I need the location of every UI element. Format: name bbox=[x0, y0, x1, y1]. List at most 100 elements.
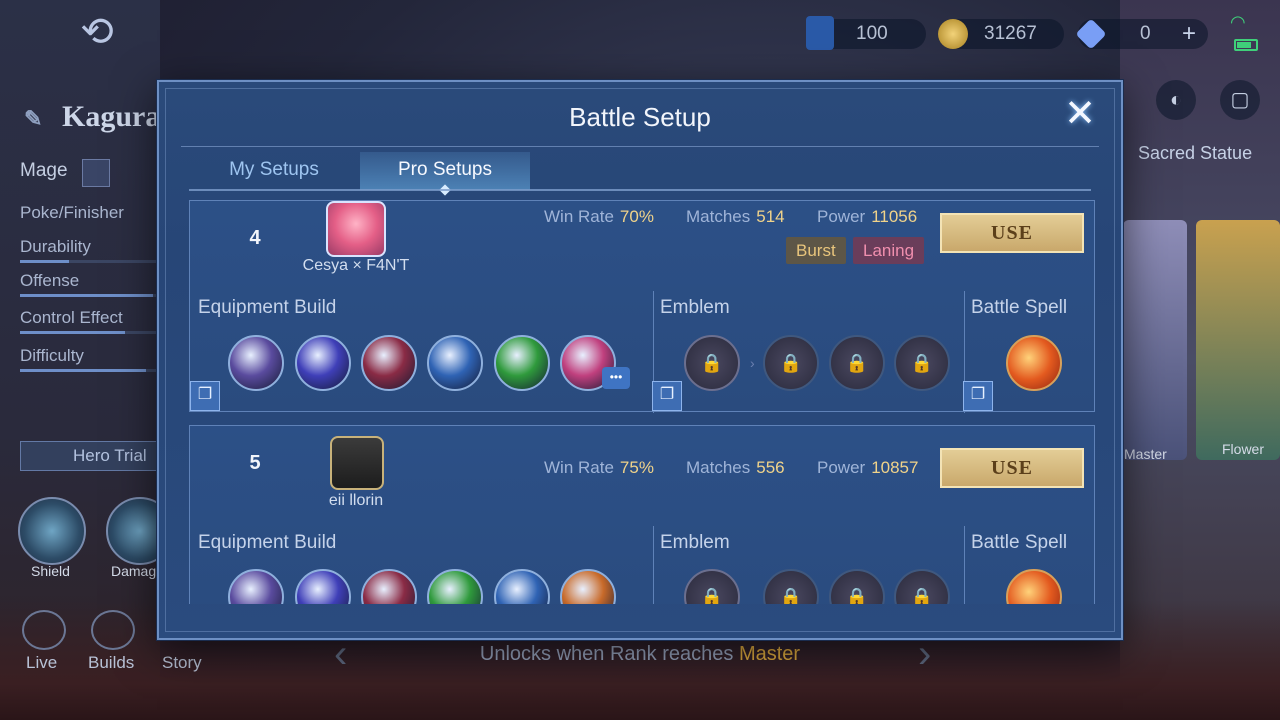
stat-control-bar bbox=[20, 331, 160, 334]
stat-difficulty-label: Difficulty bbox=[20, 346, 84, 365]
battle-setup-modal: Battle Setup ✕ My Setups Pro Setups 4 Ce… bbox=[157, 80, 1123, 640]
skin-card-master[interactable] bbox=[1123, 220, 1187, 460]
m-token-value: 100 bbox=[856, 23, 888, 44]
matches-value: 514 bbox=[756, 207, 785, 226]
use-button[interactable]: USE bbox=[940, 213, 1084, 253]
copy-spell-icon[interactable]: ❐ bbox=[963, 381, 993, 411]
skill-damage-label: Damage bbox=[111, 563, 164, 579]
win-rate-value: 70% bbox=[619, 207, 654, 226]
equipment-item-icon[interactable] bbox=[228, 569, 284, 604]
power-value: 10857 bbox=[871, 458, 919, 477]
emblem-main-lock-icon[interactable]: 🔒 bbox=[684, 569, 740, 604]
stat-offense-bar bbox=[20, 294, 160, 297]
back-arrow-icon[interactable]: ⟲ bbox=[58, 10, 136, 54]
currency-gold[interactable]: 31267 bbox=[938, 19, 1064, 49]
tab-pro-setups[interactable]: Pro Setups bbox=[360, 152, 530, 190]
win-rate-stat: Win Rate 75% bbox=[544, 458, 654, 478]
unlock-text-prefix: Unlocks when Rank reaches bbox=[479, 643, 734, 665]
emblem-label: Emblem bbox=[660, 532, 730, 553]
modal-title: Battle Setup bbox=[569, 102, 711, 132]
copy-equipment-icon[interactable]: ❐ bbox=[190, 381, 220, 411]
add-diamond-icon[interactable]: + bbox=[1182, 19, 1196, 49]
emblem-talent-lock-icon[interactable]: 🔒 bbox=[829, 569, 885, 604]
equipment-item-icon[interactable] bbox=[494, 335, 550, 391]
hero-trial-button[interactable]: Hero Trial bbox=[20, 441, 160, 471]
setup-rank: 5 bbox=[249, 452, 261, 474]
skill-shield-icon[interactable] bbox=[18, 497, 86, 565]
hero-specialty: Poke/Finisher bbox=[20, 203, 124, 222]
stat-offense-label: Offense bbox=[20, 271, 80, 290]
power-stat: Power 11056 bbox=[817, 207, 917, 227]
diamond-icon bbox=[1075, 18, 1107, 50]
win-rate-label: Win Rate bbox=[544, 458, 614, 477]
win-rate-stat: Win Rate 70% bbox=[544, 207, 654, 227]
equipment-item-icon[interactable] bbox=[427, 569, 483, 604]
setup-rank: 4 bbox=[249, 227, 261, 249]
emblem-talent-lock-icon[interactable]: 🔒 bbox=[894, 335, 950, 391]
player-name: Cesya × F4N'T bbox=[302, 257, 410, 274]
currency-diamond[interactable]: 0 + bbox=[1075, 18, 1208, 50]
emblem-talent-lock-icon[interactable]: 🔒 bbox=[763, 569, 819, 604]
win-rate-value: 75% bbox=[619, 458, 654, 477]
power-label: Power bbox=[817, 207, 866, 226]
currency-m-token[interactable]: 100 bbox=[806, 16, 926, 50]
matches-stat: Matches 514 bbox=[686, 207, 785, 227]
mage-role-icon bbox=[82, 159, 110, 187]
equipment-item-icon[interactable] bbox=[361, 569, 417, 604]
brush-icon: ✎ bbox=[24, 106, 43, 131]
diamond-value: 0 bbox=[1140, 23, 1151, 44]
power-label: Power bbox=[817, 458, 866, 477]
emblem-talent-lock-icon[interactable]: 🔒 bbox=[829, 335, 885, 391]
use-button[interactable]: USE bbox=[940, 448, 1084, 488]
gold-coin-icon bbox=[938, 19, 968, 49]
player-avatar[interactable] bbox=[330, 436, 384, 490]
more-items-icon[interactable]: ••• bbox=[602, 367, 630, 389]
emblem-talent-lock-icon[interactable]: 🔒 bbox=[763, 335, 819, 391]
stat-control-label: Control Effect bbox=[20, 308, 123, 327]
equipment-item-icon[interactable] bbox=[295, 569, 351, 604]
skin-label-flower: Flower bbox=[1222, 441, 1265, 457]
matches-stat: Matches 556 bbox=[686, 458, 785, 478]
hero-name-text: Kagura bbox=[62, 100, 161, 133]
equipment-item-icon[interactable] bbox=[494, 569, 550, 604]
player-avatar[interactable] bbox=[326, 201, 386, 257]
title-divider bbox=[181, 146, 1099, 147]
tag-burst: Burst bbox=[786, 237, 846, 264]
matches-value: 556 bbox=[756, 458, 785, 477]
m-token-icon bbox=[806, 16, 834, 50]
equipment-build-label: Equipment Build bbox=[198, 532, 337, 553]
section-divider bbox=[653, 526, 654, 604]
hero-name: ✎ Kagura bbox=[24, 100, 160, 136]
emblem-label: Emblem bbox=[660, 297, 730, 318]
battle-spell-label: Battle Spell bbox=[971, 532, 1068, 553]
skill-shield-label: Shield bbox=[31, 563, 70, 579]
stat-durability-bar bbox=[20, 260, 160, 263]
player-name: eii llorin bbox=[328, 492, 384, 509]
skin-label-master: Master bbox=[1124, 446, 1167, 462]
power-stat: Power 10857 bbox=[817, 458, 918, 478]
battle-spell-flameshot-icon[interactable] bbox=[1006, 569, 1062, 604]
stat-difficulty-bar bbox=[20, 369, 160, 372]
tag-laning: Laning bbox=[853, 237, 925, 264]
pro-setups-list[interactable]: 4 Cesya × F4N'T Win Rate 70% Matches 514 P… bbox=[189, 200, 1095, 604]
equipment-item-icon[interactable] bbox=[361, 335, 417, 391]
sacred-statue-tab[interactable]: Sacred Statue bbox=[1138, 143, 1252, 164]
skin-card-flower[interactable] bbox=[1196, 220, 1280, 460]
sound-icon[interactable]: ◐ bbox=[1156, 80, 1196, 120]
fullscreen-icon[interactable]: ▢ bbox=[1220, 80, 1260, 120]
wifi-icon: ◠ bbox=[1230, 12, 1246, 32]
emblem-talent-lock-icon[interactable]: 🔒 bbox=[894, 569, 950, 604]
unlock-text: Unlocks when Rank reaches Master bbox=[0, 643, 1280, 666]
unlock-rank: Master bbox=[738, 643, 801, 665]
battle-spell-flameshot-icon[interactable] bbox=[1006, 335, 1062, 391]
emblem-main-lock-icon[interactable]: 🔒 bbox=[684, 335, 740, 391]
equipment-item-icon[interactable] bbox=[560, 569, 616, 604]
close-icon[interactable]: ✕ bbox=[1061, 95, 1099, 134]
equipment-item-icon[interactable] bbox=[295, 335, 351, 391]
power-value: 11056 bbox=[871, 207, 918, 226]
copy-emblem-icon[interactable]: ❐ bbox=[652, 381, 682, 411]
tab-my-setups[interactable]: My Setups bbox=[189, 152, 359, 190]
tabs-divider bbox=[189, 189, 1091, 191]
equipment-item-icon[interactable] bbox=[427, 335, 483, 391]
equipment-item-icon[interactable] bbox=[228, 335, 284, 391]
